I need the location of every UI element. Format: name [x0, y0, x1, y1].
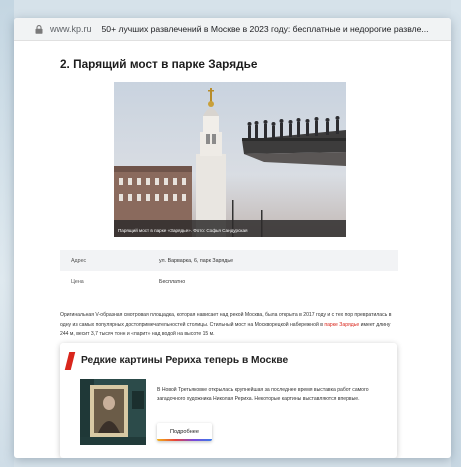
accent-stripe [64, 352, 76, 370]
description-paragraph: Оригинальная V-образная смотровая площад… [60, 311, 400, 340]
lock-icon [31, 21, 47, 37]
info-key: Адрес [71, 257, 87, 264]
card-title[interactable]: Редкие картины Рериха теперь в Москве [81, 355, 288, 366]
page-title-text: 50+ лучших развлечений в Москве в 2023 г… [101, 24, 429, 34]
page-content: 2. Парящий мост в парке Зарядье Парящий … [14, 40, 451, 458]
card-text: В Новой Третьяковке открылась крупнейшая… [157, 387, 369, 403]
gradient-underline [157, 439, 212, 441]
address-bar[interactable]: www.kp.ru 50+ лучших развлечений в Москв… [14, 18, 451, 41]
bridge-photo[interactable]: Парящий мост в парке «Зарядье». Фото: Со… [114, 82, 346, 237]
desktop-background-left [0, 0, 14, 467]
info-row-price: Цена Бесплатно [60, 271, 398, 292]
info-value: Бесплатно [159, 278, 186, 285]
info-key: Цена [71, 278, 84, 285]
related-article-card[interactable]: Редкие картины Рериха теперь в Москве В … [60, 343, 397, 458]
more-button[interactable]: Подробнее [157, 423, 212, 441]
info-row-address: Адрес ул. Варварка, 6, парк Зарядье [60, 250, 398, 271]
info-table: Адрес ул. Варварка, 6, парк Зарядье Цена… [60, 250, 398, 292]
zaryadye-link[interactable]: парке Зарядье [324, 322, 359, 328]
more-button-label: Подробнее [169, 429, 199, 435]
url-text[interactable]: www.kp.ru [50, 24, 92, 34]
desktop-background-right [451, 0, 461, 467]
info-value: ул. Варварка, 6, парк Зарядье [159, 257, 234, 264]
painting-thumbnail[interactable] [80, 379, 146, 445]
section-heading: 2. Парящий мост в парке Зарядье [60, 57, 258, 71]
photo-caption: Парящий мост в парке «Зарядье». Фото: Со… [118, 228, 248, 233]
browser-window: www.kp.ru 50+ лучших развлечений в Москв… [14, 18, 451, 458]
